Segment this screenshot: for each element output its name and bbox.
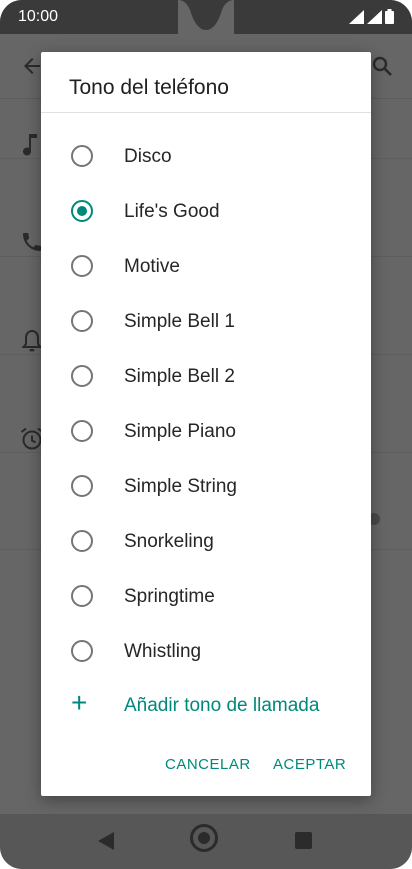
signal-icon (349, 10, 364, 24)
ringtone-option[interactable]: Whistling (41, 623, 371, 678)
nav-home-icon[interactable] (190, 824, 218, 852)
ringtone-option[interactable]: Simple Bell 1 (41, 293, 371, 348)
ringtone-label: Whistling (124, 641, 202, 662)
radio-button-icon[interactable] (71, 255, 93, 277)
radio-button-icon[interactable] (71, 640, 93, 662)
ringtone-option[interactable]: Simple Bell 2 (41, 348, 371, 403)
plus-icon: + (71, 687, 88, 718)
radio-button-icon[interactable] (71, 310, 93, 332)
search-icon (372, 56, 392, 76)
dialog-divider (41, 112, 371, 113)
ringtone-label: Simple Bell 1 (124, 311, 235, 332)
ringtone-label: Simple Bell 2 (124, 366, 235, 387)
radio-button-icon[interactable] (71, 475, 93, 497)
ringtone-option[interactable]: Simple String (41, 458, 371, 513)
ringtone-label: Springtime (124, 586, 215, 607)
add-ringtone-label: Añadir tono de llamada (124, 695, 320, 716)
device-screen: 10:00 Tono del teléfono Disco Life's Goo… (0, 0, 412, 869)
accept-button[interactable]: ACEPTAR (269, 752, 350, 777)
music-note-icon (23, 134, 37, 156)
cancel-button[interactable]: CANCELAR (161, 752, 255, 777)
ringtone-label: Simple Piano (124, 421, 236, 442)
nav-back-icon[interactable] (98, 832, 114, 850)
ringtone-label: Motive (124, 256, 180, 277)
ringtone-label: Simple String (124, 476, 237, 497)
signal-icon-2 (367, 10, 382, 24)
navigation-bar (0, 814, 412, 869)
camera-notch (178, 0, 234, 34)
ringtone-option[interactable]: Life's Good (41, 183, 371, 238)
ringtone-dialog: Tono del teléfono Disco Life's Good Moti… (41, 52, 371, 796)
ringtone-option[interactable]: Springtime (41, 568, 371, 623)
radio-button-icon[interactable] (71, 420, 93, 442)
battery-icon (385, 9, 394, 24)
radio-button-checked-icon[interactable] (71, 200, 93, 222)
status-icons (349, 9, 394, 24)
radio-button-icon[interactable] (71, 145, 93, 167)
ringtone-label: Snorkeling (124, 531, 214, 552)
nav-recents-icon[interactable] (295, 832, 312, 849)
add-ringtone-row[interactable]: + Añadir tono de llamada (41, 679, 371, 729)
radio-button-icon[interactable] (71, 530, 93, 552)
status-time: 10:00 (18, 8, 59, 25)
status-bar: 10:00 (0, 0, 412, 34)
ringtone-option[interactable]: Snorkeling (41, 513, 371, 568)
ringtone-option[interactable]: Disco (41, 128, 371, 183)
radio-button-icon[interactable] (71, 365, 93, 387)
ringtone-option[interactable]: Motive (41, 238, 371, 293)
ringtone-label: Life's Good (124, 201, 220, 222)
radio-button-icon[interactable] (71, 585, 93, 607)
ringtone-option[interactable]: Simple Piano (41, 403, 371, 458)
ringtone-label: Disco (124, 146, 172, 167)
dialog-title: Tono del teléfono (69, 76, 229, 99)
